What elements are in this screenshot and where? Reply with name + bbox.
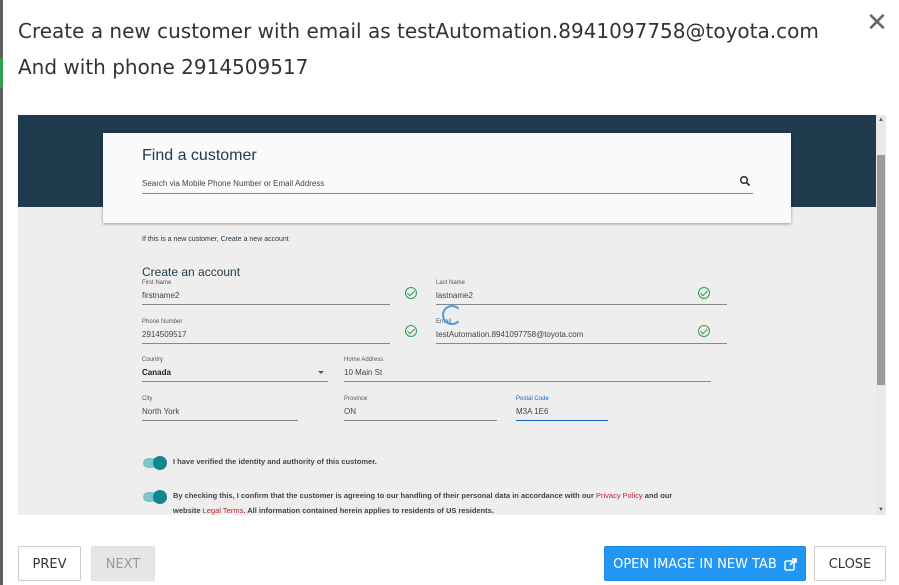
- last-name-field[interactable]: lastname2: [436, 291, 727, 305]
- customer-search-input[interactable]: Search via Mobile Phone Number or Email …: [142, 179, 753, 194]
- open-image-label: OPEN IMAGE IN NEW TAB: [613, 557, 777, 572]
- city-label: City: [142, 396, 153, 402]
- consent-text-part: website: [173, 506, 201, 515]
- check-icon: [405, 287, 417, 299]
- find-customer-card: Find a customer Search via Mobile Phone …: [103, 133, 791, 223]
- phone-field[interactable]: 2914509517: [142, 330, 390, 344]
- postal-code-label: Postal Code: [516, 396, 549, 402]
- scrollbar-thumb[interactable]: [877, 155, 885, 385]
- home-address-label: Home Address: [344, 357, 384, 363]
- create-account-link[interactable]: Create a new account: [221, 236, 289, 243]
- country-label: Country: [142, 357, 164, 363]
- verified-identity-toggle[interactable]: [143, 456, 167, 470]
- dropdown-arrow-icon: [318, 371, 324, 374]
- last-name-label: Last Name: [436, 280, 466, 286]
- new-customer-text: If this is a new customer,: [142, 236, 219, 243]
- email-field[interactable]: testAutomation.8941097758@toyota.com: [436, 330, 727, 344]
- scroll-down-icon[interactable]: ▼: [876, 505, 886, 515]
- verified-identity-text: I have verified the identity and authori…: [173, 457, 377, 466]
- country-value: Canada: [142, 368, 171, 377]
- first-name-label: First Name: [142, 280, 172, 286]
- consent-text-part: . All information contained herein appli…: [243, 506, 494, 515]
- first-name-field[interactable]: firstname2: [142, 291, 390, 305]
- province-field[interactable]: ON: [344, 407, 497, 421]
- screenshot-image: Find a customer Search via Mobile Phone …: [18, 115, 886, 515]
- create-account-heading: Create an account: [142, 265, 241, 279]
- home-address-field[interactable]: 10 Main St: [344, 368, 711, 382]
- find-customer-heading: Find a customer: [142, 147, 257, 164]
- phone-label: Phone Number: [142, 319, 183, 325]
- province-label: Province: [344, 396, 368, 402]
- image-viewer-dialog: Create a new customer with email as test…: [3, 0, 899, 585]
- city-field[interactable]: North York: [142, 407, 298, 421]
- next-button[interactable]: NEXT: [91, 546, 155, 581]
- privacy-consent-toggle[interactable]: [143, 490, 167, 504]
- check-icon: [405, 325, 417, 337]
- country-select[interactable]: Canada: [142, 368, 328, 382]
- legal-terms-link[interactable]: Legal Terms: [203, 506, 244, 515]
- privacy-consent-text-line2: website Legal Terms. All information con…: [173, 506, 494, 515]
- external-link-icon: [784, 558, 797, 571]
- loading-spinner-icon: [442, 305, 462, 325]
- close-icon[interactable]: ✕: [865, 9, 889, 35]
- open-image-new-tab-button[interactable]: OPEN IMAGE IN NEW TAB: [604, 546, 806, 581]
- check-icon: [698, 325, 710, 337]
- dialog-title: Create a new customer with email as test…: [18, 19, 819, 79]
- close-button[interactable]: CLOSE: [814, 546, 886, 581]
- privacy-consent-text: By checking this, I confirm that the cus…: [173, 491, 672, 500]
- scroll-up-icon[interactable]: ▲: [876, 115, 886, 125]
- check-icon: [698, 287, 710, 299]
- prev-button[interactable]: PREV: [18, 546, 81, 581]
- privacy-policy-link[interactable]: Privacy Policy: [596, 491, 643, 500]
- search-icon[interactable]: [739, 175, 751, 187]
- consent-text-part: By checking this, I confirm that the cus…: [173, 491, 594, 500]
- postal-code-field[interactable]: M3A 1E6: [516, 407, 608, 421]
- image-scrollbar[interactable]: ▲ ▼: [876, 115, 886, 515]
- consent-text-part: and our: [644, 491, 673, 500]
